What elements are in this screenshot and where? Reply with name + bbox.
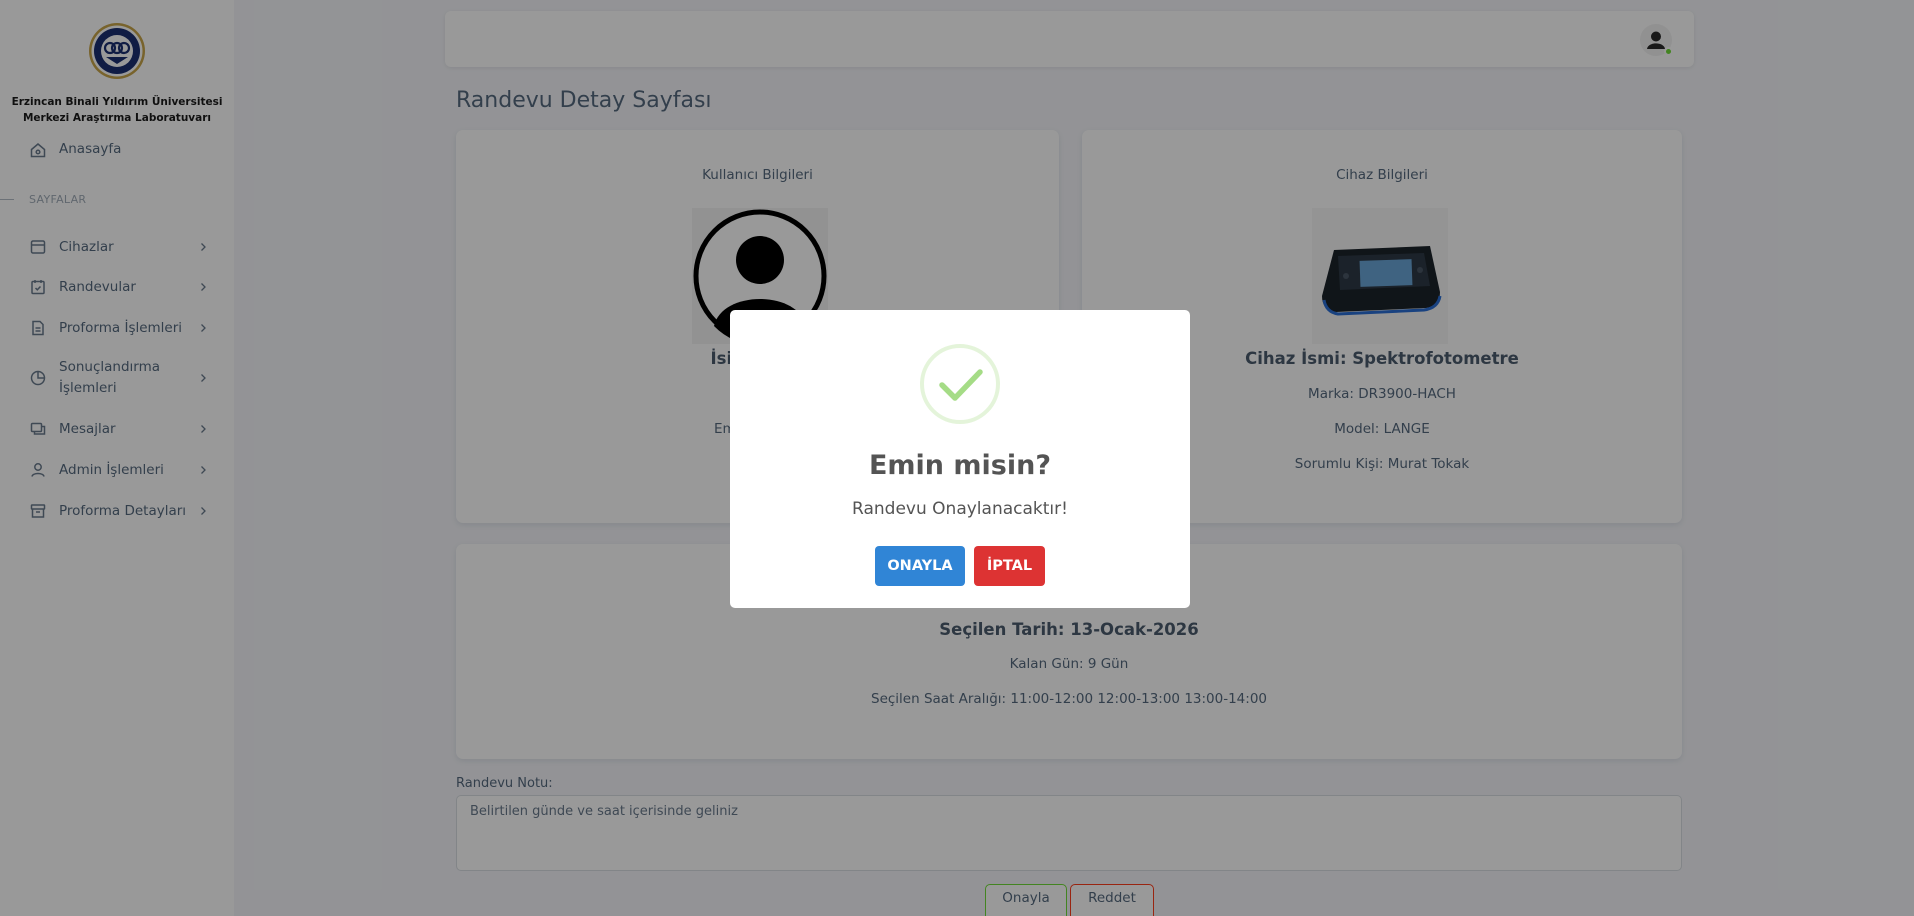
dialog-message: Randevu Onaylanacaktır! xyxy=(852,499,1068,519)
confirm-button[interactable]: ONAYLA xyxy=(875,546,965,586)
success-check-icon xyxy=(920,344,1000,424)
confirm-dialog: Emin misin? Randevu Onaylanacaktır! ONAY… xyxy=(730,310,1190,608)
cancel-button[interactable]: İPTAL xyxy=(974,546,1045,586)
dialog-title: Emin misin? xyxy=(868,450,1052,481)
